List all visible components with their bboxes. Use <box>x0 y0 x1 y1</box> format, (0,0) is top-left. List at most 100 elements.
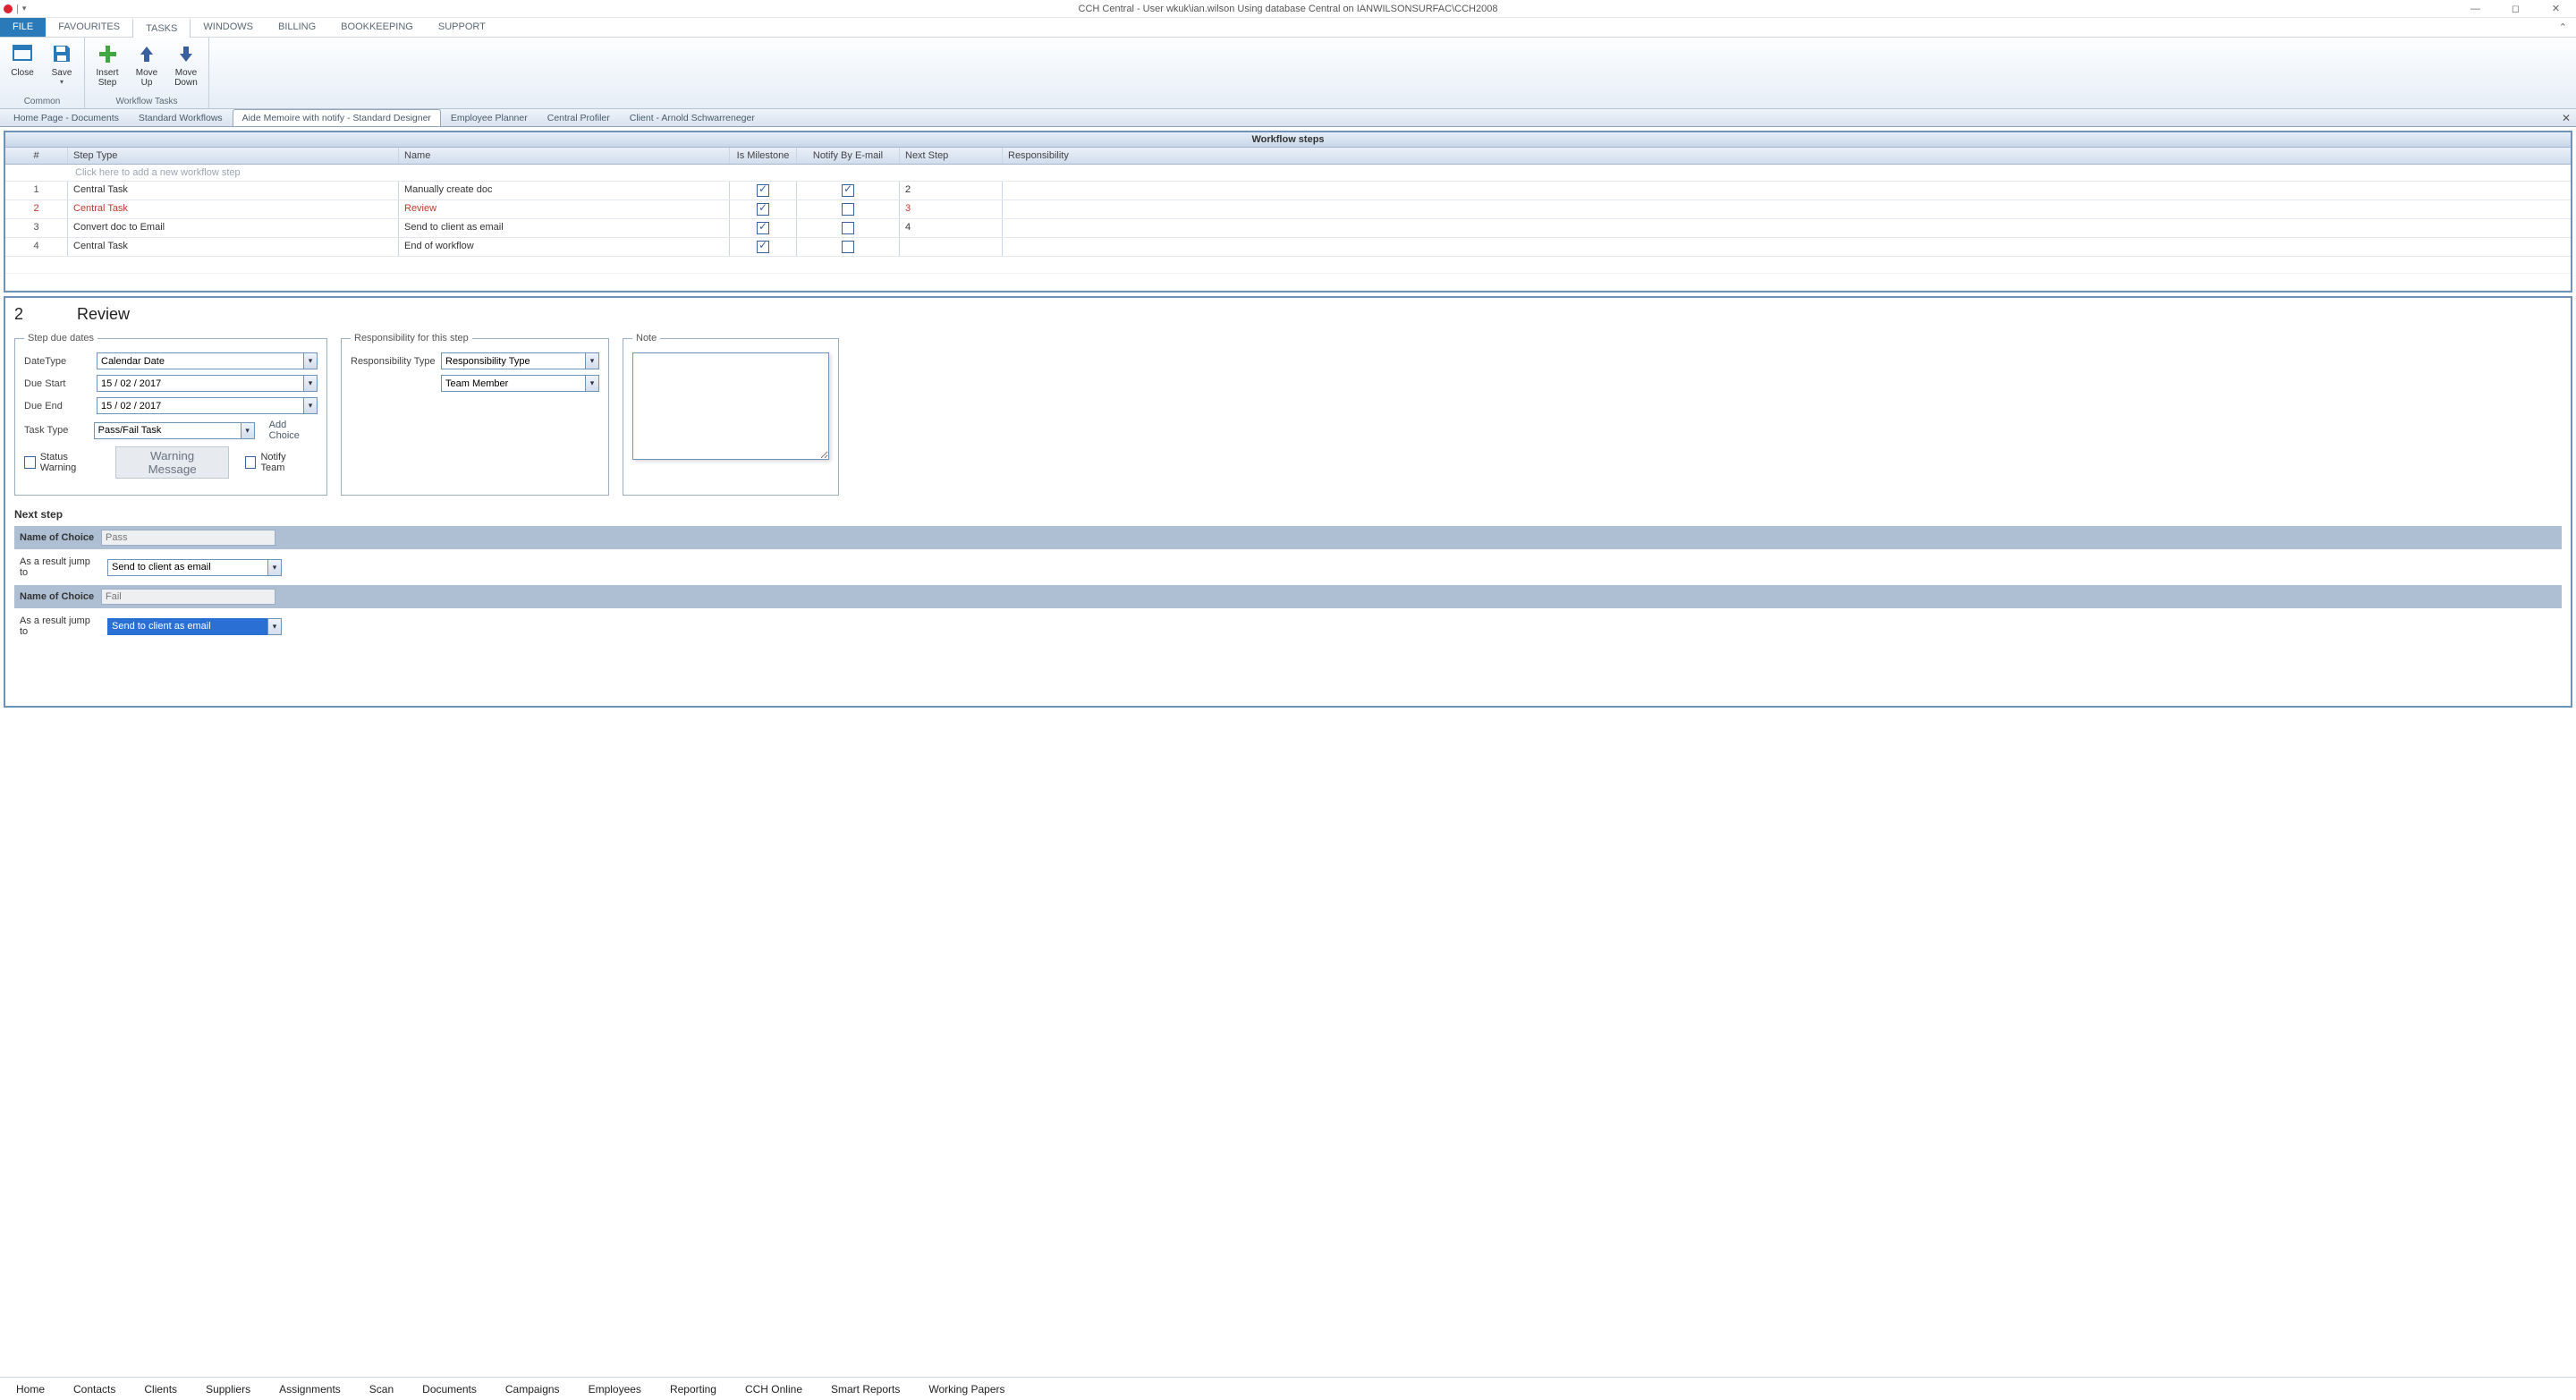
footer-cchonline[interactable]: CCH Online <box>745 1383 802 1396</box>
move-up-button[interactable]: Move Up <box>128 39 165 95</box>
cell-resp <box>1003 200 2571 218</box>
tab-designer[interactable]: Aide Memoire with notify - Standard Desi… <box>233 109 441 126</box>
detail-step-name: Review <box>77 305 130 324</box>
col-nextstep[interactable]: Next Step <box>900 148 1003 164</box>
move-down-button[interactable]: Move Down <box>167 39 205 95</box>
footer-suppliers[interactable]: Suppliers <box>206 1383 250 1396</box>
notify-team-checkbox[interactable] <box>245 456 257 469</box>
tab-profiler[interactable]: Central Profiler <box>538 109 620 126</box>
close-button[interactable]: Close <box>4 39 41 95</box>
maximize-button[interactable]: ◻ <box>2496 0 2536 18</box>
window-title: CCH Central - User wkuk\ian.wilson Using… <box>1079 4 1498 14</box>
add-choice-link[interactable]: Add Choice <box>269 420 318 441</box>
chevron-down-icon[interactable]: ▾ <box>267 559 282 576</box>
cell-steptype: Central Task <box>68 238 399 256</box>
save-button[interactable]: Save ▾ <box>43 39 80 95</box>
col-num[interactable]: # <box>5 148 68 164</box>
chevron-down-icon[interactable]: ▾ <box>303 397 318 414</box>
menubar: FILE FAVOURITES TASKS WINDOWS BILLING BO… <box>0 18 2576 38</box>
duestart-combo[interactable]: ▾ <box>97 375 318 392</box>
footer-campaigns[interactable]: Campaigns <box>505 1383 560 1396</box>
insert-step-button[interactable]: Insert Step <box>89 39 126 95</box>
menu-file[interactable]: FILE <box>0 18 46 37</box>
col-milestone[interactable]: Is Milestone <box>730 148 797 164</box>
menu-favourites[interactable]: FAVOURITES <box>46 18 132 37</box>
menu-billing[interactable]: BILLING <box>266 18 328 37</box>
note-textarea[interactable] <box>632 352 829 460</box>
tab-home[interactable]: Home Page - Documents <box>4 109 129 126</box>
footer-workingpapers[interactable]: Working Papers <box>928 1383 1004 1396</box>
tab-client[interactable]: Client - Arnold Schwarreneger <box>620 109 765 126</box>
col-name[interactable]: Name <box>399 148 730 164</box>
menu-windows[interactable]: WINDOWS <box>191 18 266 37</box>
cell-name: Review <box>399 200 730 218</box>
tasktype-combo[interactable]: ▾ <box>94 422 255 439</box>
choice-name-input[interactable] <box>101 530 275 546</box>
footer-home[interactable]: Home <box>16 1383 45 1396</box>
chevron-down-icon[interactable]: ▾ <box>303 375 318 392</box>
footer-scan[interactable]: Scan <box>369 1383 394 1396</box>
cell-milestone[interactable] <box>730 182 797 199</box>
warning-message-button[interactable]: Warning Message <box>115 446 228 479</box>
menu-bookkeeping[interactable]: BOOKKEEPING <box>328 18 426 37</box>
save-dropdown-icon[interactable]: ▾ <box>60 78 64 86</box>
titlebar: | ▾ CCH Central - User wkuk\ian.wilson U… <box>0 0 2576 18</box>
cell-notify[interactable] <box>797 182 900 199</box>
table-row[interactable]: 4Central TaskEnd of workflow <box>5 238 2571 257</box>
col-notify[interactable]: Notify By E-mail <box>797 148 900 164</box>
table-row[interactable]: 2Central TaskReview3 <box>5 200 2571 219</box>
cell-notify[interactable] <box>797 238 900 256</box>
dueend-combo[interactable]: ▾ <box>97 397 318 414</box>
cell-milestone[interactable] <box>730 238 797 256</box>
col-responsibility[interactable]: Responsibility <box>1003 148 2571 164</box>
qat-dropdown-icon[interactable]: ▾ <box>22 4 27 13</box>
cell-milestone[interactable] <box>730 219 797 237</box>
table-row[interactable]: 1Central TaskManually create doc2 <box>5 182 2571 200</box>
grid-new-row[interactable]: Click here to add a new workflow step <box>5 165 2571 182</box>
table-row[interactable]: 3Convert doc to EmailSend to client as e… <box>5 219 2571 238</box>
jump-combo[interactable]: ▾ <box>107 618 282 635</box>
status-warning-checkbox[interactable] <box>24 456 36 469</box>
col-steptype[interactable]: Step Type <box>68 148 399 164</box>
chevron-down-icon[interactable]: ▾ <box>303 352 318 369</box>
tab-close-icon[interactable]: ✕ <box>2562 112 2571 124</box>
cell-notify[interactable] <box>797 200 900 218</box>
footer-reporting[interactable]: Reporting <box>670 1383 716 1396</box>
ribbon-group-caption: Workflow Tasks <box>89 95 205 108</box>
arrow-down-icon <box>174 41 199 66</box>
cell-notify[interactable] <box>797 219 900 237</box>
footer-employees[interactable]: Employees <box>589 1383 641 1396</box>
tab-planner[interactable]: Employee Planner <box>441 109 538 126</box>
ribbon-collapse-icon[interactable]: ⌃ <box>2550 18 2576 37</box>
chevron-down-icon[interactable]: ▾ <box>267 618 282 635</box>
chevron-down-icon[interactable]: ▾ <box>585 375 599 392</box>
legend-responsibility: Responsibility for this step <box>351 333 472 344</box>
teammember-combo[interactable]: ▾ <box>441 375 599 392</box>
menu-support[interactable]: SUPPORT <box>426 18 498 37</box>
jump-row: As a result jump to▾ <box>14 549 2562 585</box>
chevron-down-icon[interactable]: ▾ <box>241 422 255 439</box>
datetype-combo[interactable]: ▾ <box>97 352 318 369</box>
footer-contacts[interactable]: Contacts <box>73 1383 115 1396</box>
choice-name-input[interactable] <box>101 589 275 605</box>
footer-documents[interactable]: Documents <box>422 1383 477 1396</box>
tab-workflows[interactable]: Standard Workflows <box>129 109 233 126</box>
cell-milestone[interactable] <box>730 200 797 218</box>
minimize-button[interactable]: — <box>2455 0 2496 18</box>
footer-assignments[interactable]: Assignments <box>279 1383 341 1396</box>
jump-combo[interactable]: ▾ <box>107 559 282 576</box>
label-dueend: Due End <box>24 401 91 412</box>
close-window-button[interactable]: ✕ <box>2536 0 2576 18</box>
next-step-title: Next step <box>14 508 2562 521</box>
chevron-down-icon[interactable]: ▾ <box>585 352 599 369</box>
arrow-up-icon <box>134 41 159 66</box>
cell-name: End of workflow <box>399 238 730 256</box>
cell-num: 2 <box>5 200 68 218</box>
menu-tasks[interactable]: TASKS <box>132 18 191 38</box>
detail-step-number: 2 <box>14 305 23 324</box>
cell-name: Manually create doc <box>399 182 730 199</box>
footer-smartreports[interactable]: Smart Reports <box>831 1383 900 1396</box>
footer-clients[interactable]: Clients <box>144 1383 177 1396</box>
cell-steptype: Central Task <box>68 200 399 218</box>
resptype-combo[interactable]: ▾ <box>441 352 599 369</box>
